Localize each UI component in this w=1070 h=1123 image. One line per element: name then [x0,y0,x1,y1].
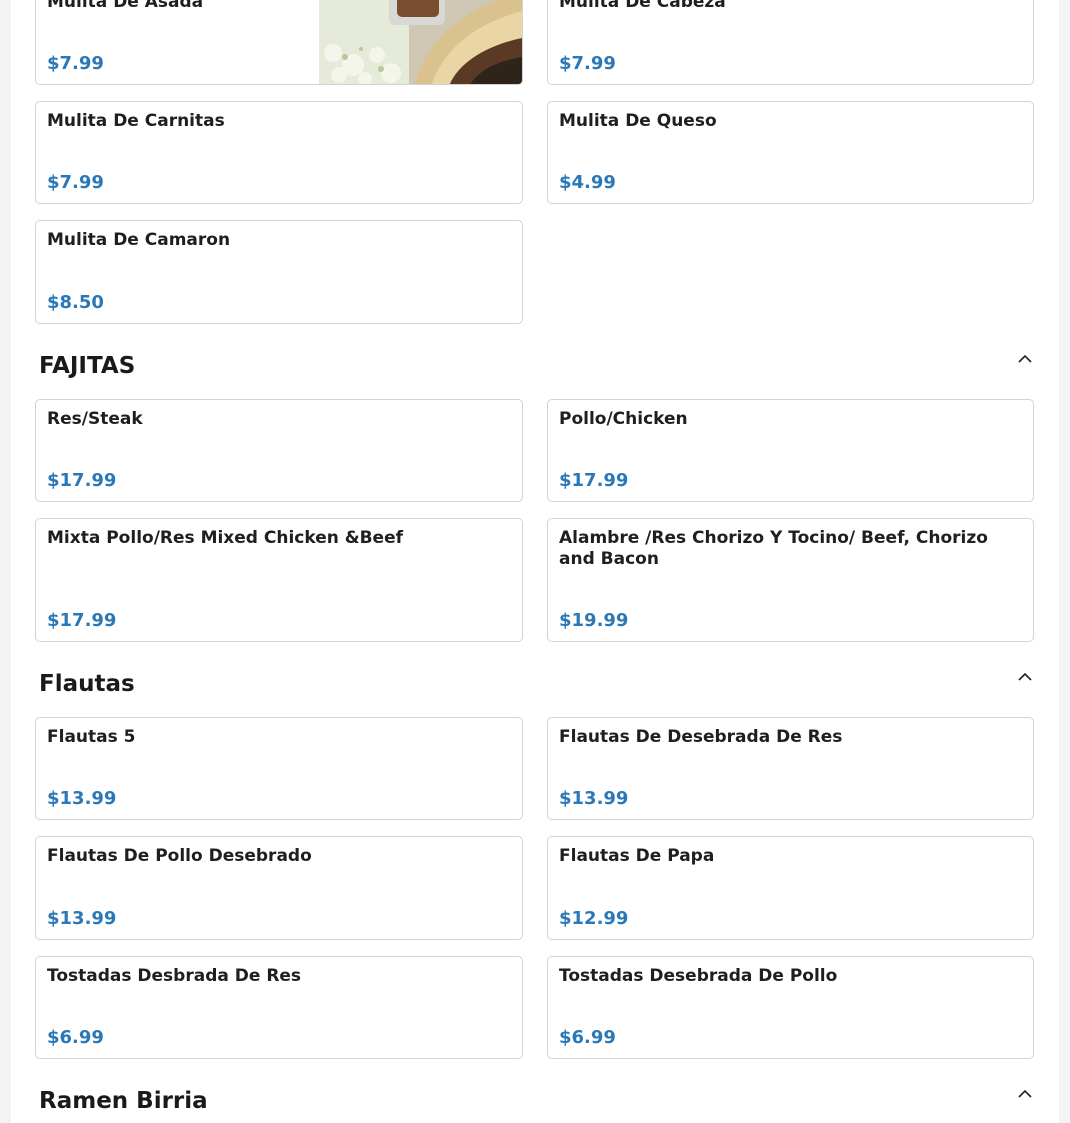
chevron-up-icon[interactable] [1016,668,1034,686]
menu-item-card[interactable]: Tostadas Desebrada De Pollo $6.99 [547,956,1034,1059]
menu-item-card[interactable]: Alambre /Res Chorizo Y Tocino/ Beef, Cho… [547,518,1034,642]
item-name: Flautas De Papa [559,846,715,866]
item-name: Tostadas Desbrada De Res [47,966,302,986]
menu-item-card[interactable]: Mulita De Carnitas $7.99 [35,101,523,204]
item-name: Alambre /Res Chorizo Y Tocino/ Beef, Cho… [559,528,988,569]
menu-item-card[interactable]: Tostadas Desbrada De Res $6.99 [35,956,523,1059]
item-name: Mulita De Camaron [47,230,231,250]
item-name: Mixta Pollo/Res Mixed Chicken &Beef [47,528,404,548]
item-price: $13.99 [47,788,117,809]
item-price: $6.99 [47,1027,104,1048]
item-name: Res/Steak [47,409,143,429]
item-price: $17.99 [47,610,117,631]
item-photo [319,0,522,84]
chevron-up-icon[interactable] [1016,350,1034,368]
item-name: Mulita De Queso [559,111,717,131]
menu-item-card[interactable]: Flautas De Desebrada De Res $13.99 [547,717,1034,820]
section-title: Ramen Birria [39,1088,208,1114]
menu-item-card[interactable]: Mulita De Camaron $8.50 [35,220,523,324]
menu-item-card[interactable]: Flautas De Papa $12.99 [547,836,1034,940]
menu-item-card[interactable]: Flautas De Pollo Desebrado $13.99 [35,836,523,940]
item-price: $13.99 [559,788,629,809]
menu-item-card[interactable]: Mulita De Cabeza $7.99 [547,0,1034,85]
item-price: $4.99 [559,172,616,193]
menu-item-card[interactable]: Pollo/Chicken $17.99 [547,399,1034,502]
item-price: $19.99 [559,610,629,631]
item-price: $7.99 [47,53,104,74]
menu-item-card[interactable]: Mulita De Queso $4.99 [547,101,1034,204]
section-title: Flautas [39,671,135,697]
section-header-ramen-birria[interactable]: Ramen Birria [39,1085,1034,1117]
item-price: $17.99 [47,470,117,491]
item-name: Mulita De Cabeza [559,0,726,12]
item-name: Flautas De Pollo Desebrado [47,846,312,866]
section-header-fajitas[interactable]: FAJITAS [39,350,1034,382]
item-price: $7.99 [47,172,104,193]
menu-item-card[interactable]: Res/Steak $17.99 [35,399,523,502]
item-price: $13.99 [47,908,117,929]
section-header-flautas[interactable]: Flautas [39,668,1034,700]
menu-item-card[interactable]: Flautas 5 $13.99 [35,717,523,820]
item-name: Flautas De Desebrada De Res [559,727,843,747]
item-name: Pollo/Chicken [559,409,688,429]
item-price: $6.99 [559,1027,616,1048]
section-title: FAJITAS [39,353,136,379]
menu-item-card[interactable]: Mixta Pollo/Res Mixed Chicken &Beef $17.… [35,518,523,642]
item-price: $8.50 [47,292,104,313]
item-name: Flautas 5 [47,727,136,747]
item-name: Mulita De Carnitas [47,111,225,131]
item-price: $17.99 [559,470,629,491]
item-price: $7.99 [559,53,616,74]
item-price: $12.99 [559,908,629,929]
chevron-up-icon[interactable] [1016,1085,1034,1103]
menu-item-card[interactable]: Mulita De Asada $7.99 [35,0,523,85]
item-name: Tostadas Desebrada De Pollo [559,966,838,986]
